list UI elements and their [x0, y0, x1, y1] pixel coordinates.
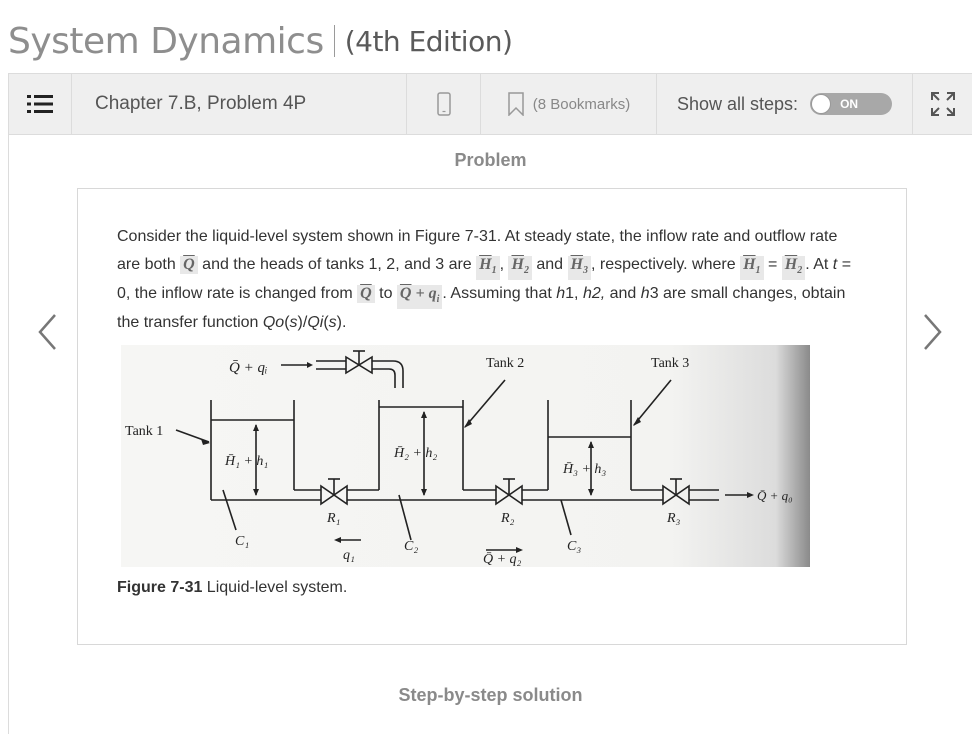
text-segment: h — [582, 285, 592, 303]
book-header: System Dynamics (4th Edition) — [8, 18, 513, 64]
text-segment: 2, — [591, 285, 606, 303]
book-title: System Dynamics — [8, 20, 324, 62]
math-h3-bar: H3 — [567, 256, 591, 281]
math-h2-bar: H2 — [781, 256, 806, 281]
r3-label: R₃ — [666, 511, 681, 526]
solution-heading: Step-by-step solution — [398, 685, 583, 705]
toggle-knob — [811, 94, 832, 114]
bookmarks-count: (8 Bookmarks) — [532, 95, 631, 113]
text-segment: s — [328, 314, 337, 332]
chevron-right-icon — [924, 314, 942, 350]
text-segment: and — [531, 256, 568, 273]
chapter-label: Chapter 7.B, Problem 4P — [72, 74, 407, 134]
text-segment: ). — [336, 314, 347, 332]
math-h2-bar: H2 — [508, 256, 532, 281]
problem-heading: Problem — [454, 150, 527, 170]
list-icon — [27, 95, 53, 113]
text-segment: h — [640, 285, 650, 303]
problem-statement: Consider the liquid-level system shown i… — [77, 188, 907, 645]
figure-caption-text: Liquid-level system. — [202, 579, 348, 596]
r2-label: R₂ — [500, 511, 515, 526]
bookmark-button[interactable]: (8 Bookmarks) — [481, 74, 657, 134]
text-segment: Qo — [262, 314, 285, 332]
math-h1-bar: H1 — [740, 256, 764, 281]
text-segment: , respectively. where — [590, 256, 741, 273]
h3-label: H̄₃ + h₃ — [562, 462, 606, 477]
math-h1-bar: H1 — [476, 256, 500, 281]
c3-label: C₃ — [567, 539, 581, 554]
show-steps-toggle[interactable]: ON — [810, 93, 893, 115]
text-segment: and — [605, 285, 641, 303]
text-segment: and the heads of tanks 1, 2, and 3 are — [197, 256, 477, 273]
tank1-label: Tank 1 — [125, 424, 163, 439]
title-divider — [333, 25, 335, 57]
text-segment: )/ — [297, 314, 308, 332]
tank3-label: Tank 3 — [651, 356, 689, 371]
table-of-contents-button[interactable] — [9, 74, 72, 134]
show-steps-label: Show all steps: — [677, 93, 799, 114]
text-segment: . At — [805, 256, 833, 273]
inflow-label: Q̄ + qᵢ — [229, 360, 267, 376]
expand-button[interactable] — [913, 74, 972, 134]
text-segment: = — [763, 256, 782, 273]
bookmark-icon — [507, 92, 524, 116]
h2-label: H̄₂ + h₂ — [393, 446, 437, 461]
mobile-phone-icon — [436, 92, 451, 116]
toggle-state: ON — [840, 97, 859, 111]
show-all-steps: Show all steps: ON — [657, 74, 913, 134]
problem-text: Consider the liquid-level system shown i… — [117, 223, 857, 337]
figure-number: Figure 7-31 — [117, 579, 203, 596]
math-q-bar: Q — [357, 285, 375, 304]
book-edition: (4th Edition) — [344, 24, 513, 58]
c2-label: C₂ — [404, 539, 418, 554]
liquid-level-diagram: Q̄ + qᵢ Tank 1 Tank 2 Tank 3 H̄₁ + h₁ H̄… — [125, 350, 793, 567]
liquid-level-figure: Q̄ + qᵢ Tank 1 Tank 2 Tank 3 H̄₁ + h₁ H̄… — [121, 345, 810, 567]
text-segment: 1, — [565, 285, 583, 303]
h1-label: H̄₁ + h₁ — [224, 454, 268, 469]
expand-icon — [930, 92, 955, 116]
text-segment: Qi — [307, 314, 324, 332]
tank2-label: Tank 2 — [486, 356, 524, 371]
text-segment: s — [289, 314, 298, 332]
text-segment: , — [499, 256, 509, 273]
problem-panel: Problem Consider the liquid-level system… — [8, 135, 972, 734]
next-button[interactable] — [919, 312, 949, 352]
previous-button[interactable] — [33, 312, 63, 352]
text-segment: to — [374, 285, 397, 303]
text-segment: . Assuming that — [442, 285, 557, 303]
math-q-plus-qi: Q + qi — [396, 285, 443, 310]
mobile-view-button[interactable] — [407, 74, 481, 134]
problem-toolbar: Chapter 7.B, Problem 4P (8 Bookmarks) Sh… — [8, 73, 972, 135]
q2-label: Q̄ + q₂ — [483, 552, 522, 567]
r1-label: R₁ — [326, 511, 340, 526]
text-segment: h — [556, 285, 566, 303]
figure-caption: Figure 7-31 Liquid-level system. — [117, 579, 347, 597]
c1-label: C₁ — [235, 534, 249, 549]
chevron-left-icon — [38, 314, 56, 350]
outflow-label: Q̄ + q₀ — [757, 488, 793, 503]
q1-label: q₁ — [343, 548, 355, 563]
math-q-bar: Q — [180, 256, 198, 274]
